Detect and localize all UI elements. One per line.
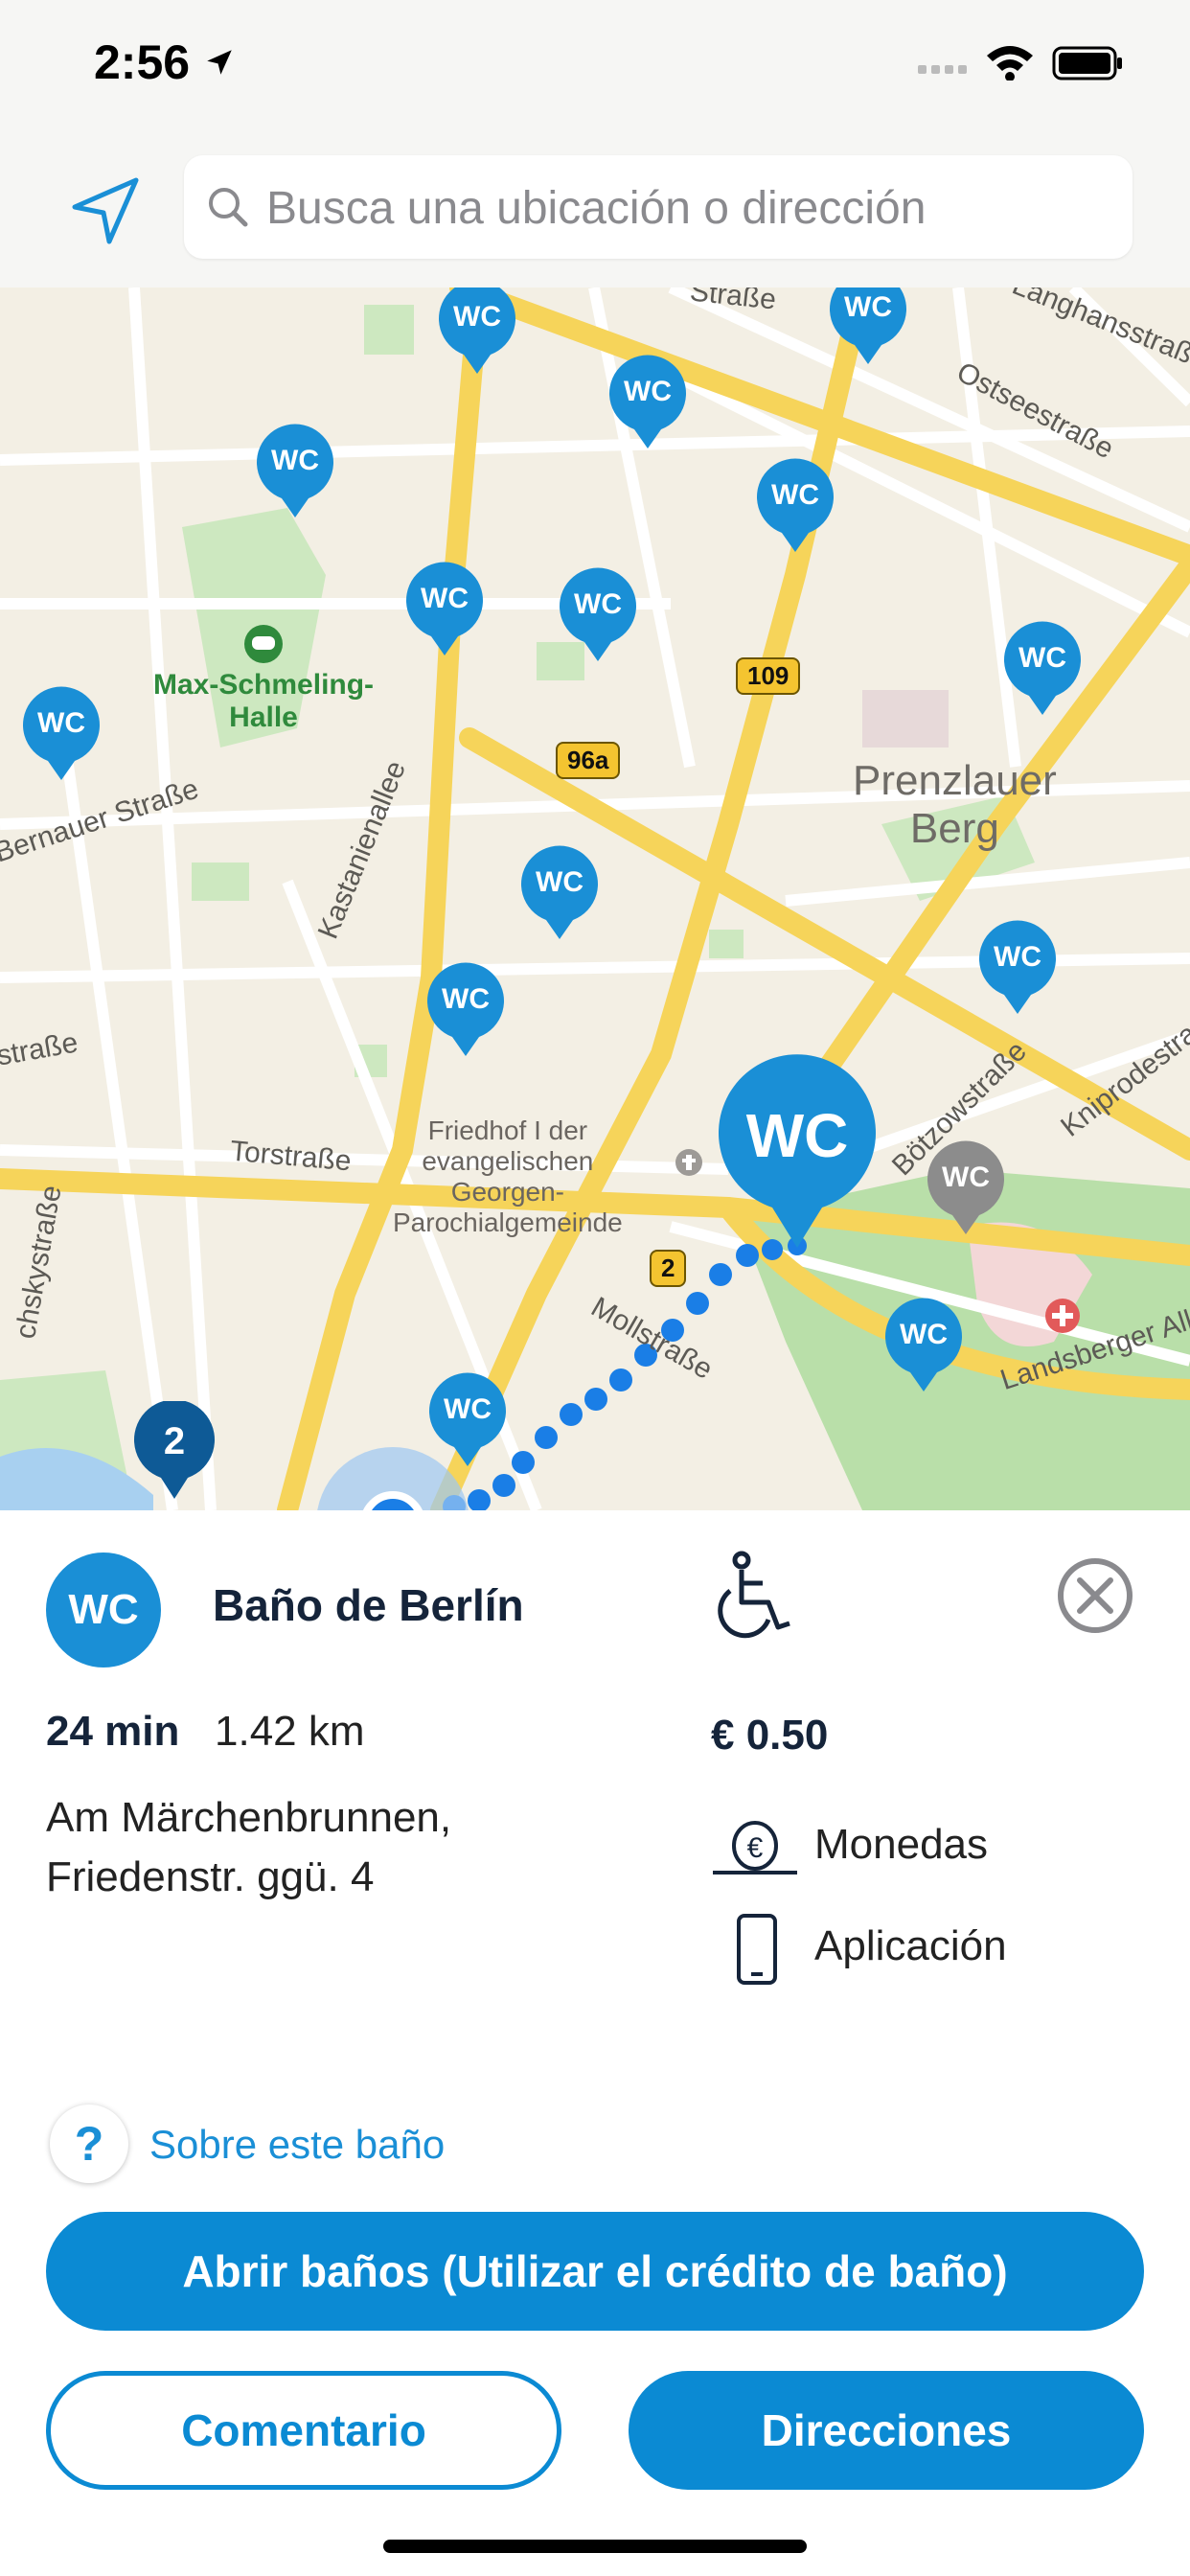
payment-app: Aplicación xyxy=(814,1922,1007,1969)
open-toilet-button[interactable]: Abrir baños (Utilizar el crédito de baño… xyxy=(46,2212,1144,2331)
wc-pin[interactable]: WC xyxy=(427,1372,508,1473)
toilet-name: Baño de Berlín xyxy=(213,1580,524,1630)
wheelchair-icon xyxy=(718,1551,790,1639)
wc-pin[interactable]: WC xyxy=(1002,621,1083,722)
road-shield-109: 109 xyxy=(736,657,801,695)
address-line-1: Am Märchenbrunnen, xyxy=(46,1794,452,1841)
map-view[interactable]: Max-Schmeling- Halle Prenzlauer Berg Fri… xyxy=(0,288,1190,1510)
search-icon xyxy=(209,188,248,227)
wc-pin[interactable]: WC xyxy=(607,355,688,455)
comment-button[interactable]: Comentario xyxy=(46,2371,561,2490)
cemetery-label: Friedhof I der evangelischen Georgen- Pa… xyxy=(393,1116,623,1237)
home-indicator[interactable] xyxy=(383,2540,807,2553)
stadium-icon xyxy=(244,625,284,663)
road-shield-2: 2 xyxy=(650,1250,687,1287)
directions-button[interactable]: Direcciones xyxy=(629,2371,1144,2490)
location-services-icon xyxy=(207,50,232,75)
wc-pin[interactable]: WC xyxy=(437,288,517,380)
svg-text:€: € xyxy=(747,1832,764,1864)
walk-distance: 1.42 km xyxy=(215,1708,365,1755)
about-toilet-link[interactable]: Sobre este baño xyxy=(149,2122,445,2168)
wc-pin[interactable]: WC xyxy=(21,686,102,787)
wc-pin[interactable]: WC xyxy=(404,562,485,662)
payment-coins: Monedas xyxy=(814,1821,989,1868)
cellular-signal-icon xyxy=(918,65,967,74)
wc-pin[interactable]: WC xyxy=(755,458,835,559)
walk-duration: 24 min xyxy=(46,1708,180,1755)
wc-badge: WC xyxy=(46,1552,161,1668)
wc-pin[interactable]: WC xyxy=(828,288,908,371)
wc-pin[interactable]: WC xyxy=(558,567,638,668)
wc-pin[interactable]: WC xyxy=(519,845,600,946)
wifi-icon xyxy=(987,46,1033,80)
church-icon xyxy=(675,1149,702,1176)
selected-wc-pin[interactable]: WC xyxy=(717,1054,878,1254)
status-time: 2:56 xyxy=(94,35,191,89)
road-shield-96a: 96a xyxy=(556,742,621,779)
coin-euro-icon: € xyxy=(713,1821,797,1874)
help-icon[interactable]: ? xyxy=(50,2104,128,2183)
top-bar: 2:56 xyxy=(0,0,1190,288)
address-line-2: Friedenstr. ggü. 4 xyxy=(46,1853,375,1900)
district-label: Prenzlauer Berg xyxy=(853,757,1057,852)
locate-me-icon[interactable] xyxy=(67,172,144,249)
search-bar[interactable] xyxy=(184,155,1133,259)
address: Am Märchenbrunnen, Friedenstr. ggü. 4 xyxy=(46,1788,451,1907)
battery-icon xyxy=(1052,46,1122,80)
close-icon[interactable] xyxy=(1056,1556,1134,1635)
wc-pin[interactable]: WC xyxy=(883,1298,964,1398)
detail-sheet: WC Baño de Berlín 24 min 1.42 km Am Märc… xyxy=(0,1510,1190,2576)
wc-pin[interactable]: WC xyxy=(255,424,335,524)
hospital-icon xyxy=(1045,1299,1080,1333)
wc-pin[interactable]: WC xyxy=(977,920,1058,1021)
park-label: Max-Schmeling- Halle xyxy=(153,623,374,734)
wc-pin[interactable]: WC xyxy=(425,962,506,1063)
smartphone-icon xyxy=(737,1914,777,1985)
cluster-pin[interactable]: 2 xyxy=(132,1399,217,1506)
wc-pin-gray[interactable]: WC xyxy=(926,1140,1006,1241)
search-input[interactable] xyxy=(264,176,1111,240)
price: € 0.50 xyxy=(711,1712,829,1759)
